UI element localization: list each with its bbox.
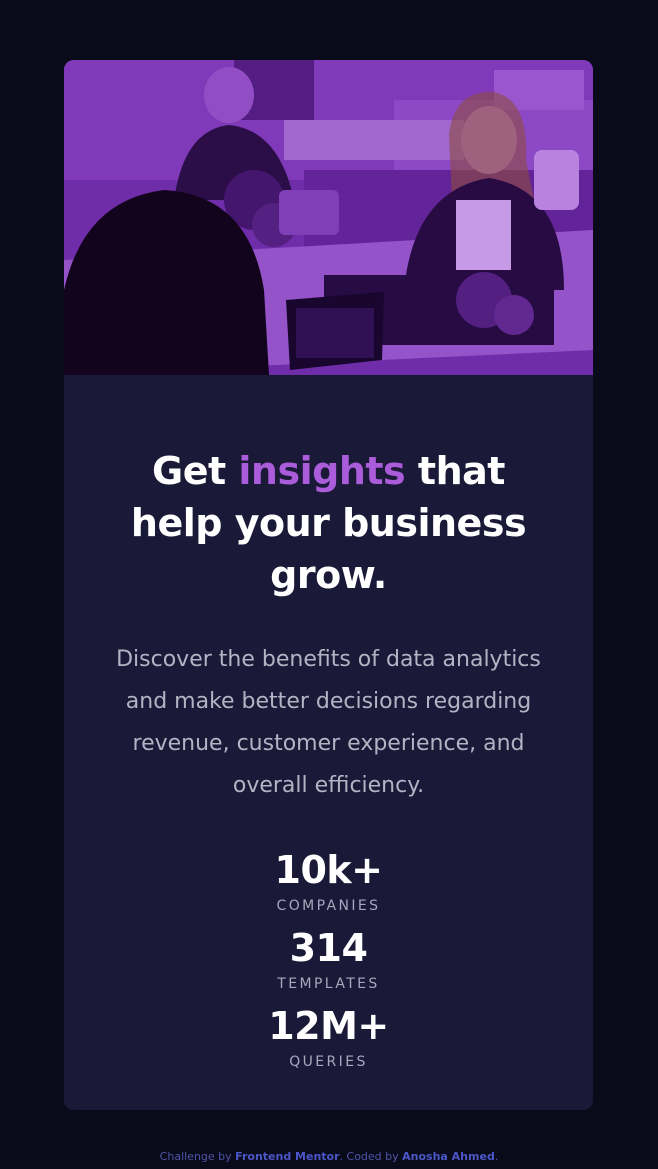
stats-preview-card: Get insights that help your business gro…: [64, 60, 593, 1110]
page: Get insights that help your business gro…: [0, 0, 658, 1169]
headline: Get insights that help your business gro…: [64, 445, 593, 601]
attribution-middle: . Coded by: [339, 1150, 403, 1163]
stat-value: 314: [289, 926, 368, 970]
headline-accent-word: insights: [238, 449, 406, 493]
stat-label: COMPANIES: [276, 898, 381, 914]
description: Discover the benefits of data analytics …: [116, 647, 541, 798]
attribution: Challenge by Frontend Mentor. Coded by A…: [0, 1150, 658, 1164]
stats-list: 10k+ COMPANIES 314 TEMPLATES 12M+ QUERIE…: [64, 847, 593, 1073]
stat-companies: 10k+ COMPANIES: [64, 847, 593, 917]
card-content: Get insights that help your business gro…: [64, 375, 593, 1081]
stat-value: 10k+: [274, 848, 384, 892]
stat-templates: 314 TEMPLATES: [64, 925, 593, 995]
attribution-suffix: .: [494, 1150, 499, 1163]
hero-color-overlay: [64, 60, 593, 375]
frontend-mentor-link[interactable]: Frontend Mentor: [235, 1150, 339, 1163]
stat-label: QUERIES: [289, 1054, 368, 1070]
stat-queries: 12M+ QUERIES: [64, 1003, 593, 1073]
attribution-prefix: Challenge by: [159, 1150, 236, 1163]
stat-label: TEMPLATES: [277, 976, 380, 992]
stat-value: 12M+: [268, 1004, 389, 1048]
headline-prefix: Get: [152, 449, 239, 493]
hero-image: [64, 60, 593, 375]
author-link[interactable]: Anosha Ahmed: [402, 1150, 495, 1163]
